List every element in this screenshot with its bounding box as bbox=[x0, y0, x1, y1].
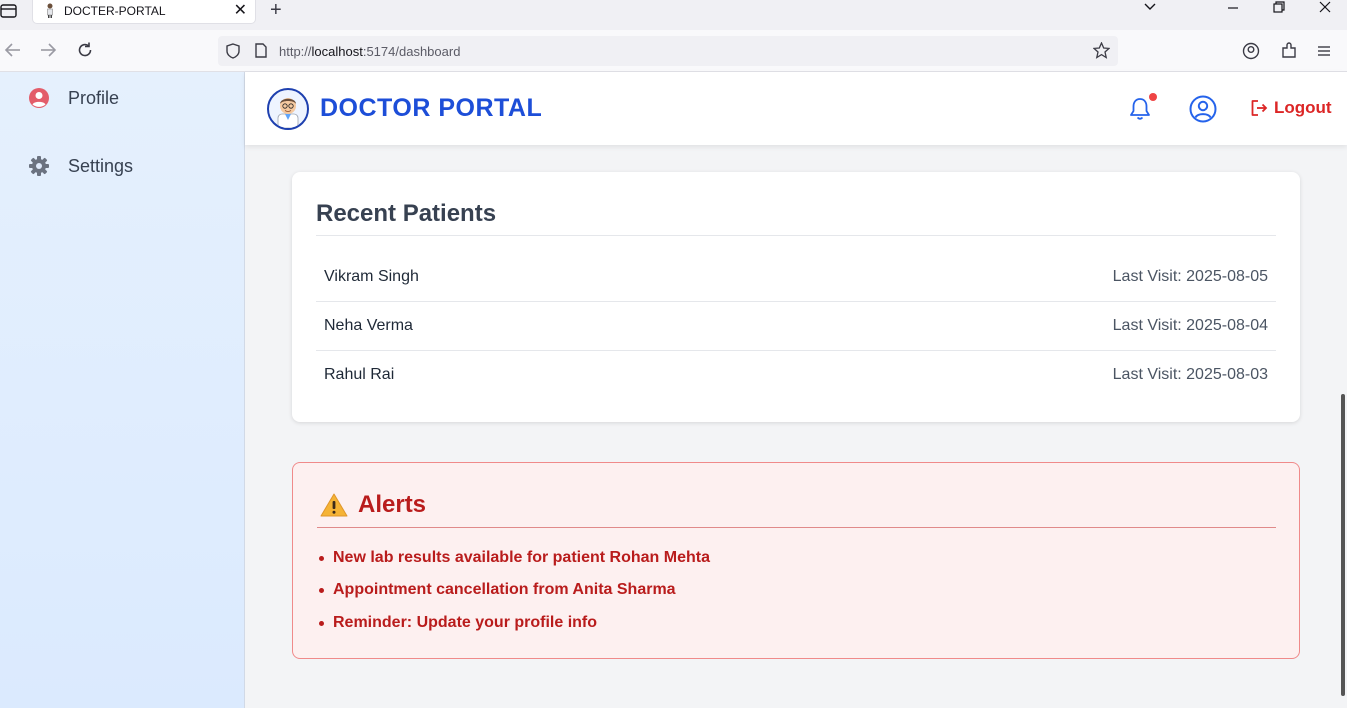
alert-text: Appointment cancellation from Anita Shar… bbox=[333, 581, 676, 598]
top-header: DOCTOR PORTAL Logout bbox=[245, 72, 1347, 145]
patient-name: Rahul Rai bbox=[324, 366, 395, 383]
patient-name: Neha Verma bbox=[324, 317, 413, 334]
browser-tab-bar: DOCTER-PORTAL ✕ + bbox=[0, 0, 1347, 30]
patient-row[interactable]: Rahul Rai Last Visit: 2025-08-03 bbox=[316, 351, 1276, 400]
alert-text: Reminder: Update your profile info bbox=[333, 614, 598, 631]
recent-patients-title: Recent Patients bbox=[316, 200, 497, 227]
new-tab-icon[interactable]: + bbox=[270, 0, 282, 20]
patient-last-visit: Last Visit: 2025-08-04 bbox=[1112, 317, 1268, 334]
page-info-icon[interactable] bbox=[255, 43, 267, 58]
bookmark-star-icon[interactable] bbox=[1093, 42, 1110, 59]
browser-nav-bar: http://localhost:5174/dashboard bbox=[0, 30, 1347, 72]
browser-tab-title: DOCTER-PORTAL bbox=[64, 4, 166, 18]
sidebar-toggle-icon[interactable] bbox=[0, 3, 18, 19]
shield-icon[interactable] bbox=[226, 43, 240, 59]
patient-name: Vikram Singh bbox=[324, 268, 419, 285]
patient-row[interactable]: Vikram Singh Last Visit: 2025-08-05 bbox=[316, 253, 1276, 302]
alert-text: New lab results available for patient Ro… bbox=[333, 549, 710, 566]
sidebar-item-label: Profile bbox=[68, 87, 120, 108]
minimize-icon[interactable] bbox=[1223, 0, 1243, 20]
app-viewport: Profile Settings DOCTOR PORTAL Logout Re… bbox=[0, 72, 1347, 708]
patient-last-visit: Last Visit: 2025-08-03 bbox=[1112, 366, 1268, 383]
alert-item[interactable]: New lab results available for patient Ro… bbox=[319, 549, 710, 567]
logout-button[interactable]: Logout bbox=[1250, 98, 1332, 118]
menu-icon[interactable] bbox=[1315, 42, 1333, 60]
alerts-header: Alerts bbox=[320, 491, 426, 519]
account-icon[interactable] bbox=[1242, 42, 1260, 60]
bullet-icon bbox=[319, 620, 324, 626]
alerts-title: Alerts bbox=[358, 491, 427, 518]
alerts-card: Alerts New lab results available for pat… bbox=[292, 462, 1300, 659]
restore-icon[interactable] bbox=[1269, 0, 1289, 20]
notification-badge bbox=[1149, 93, 1157, 101]
logout-label: Logout bbox=[1274, 98, 1332, 117]
alert-item[interactable]: Reminder: Update your profile info bbox=[319, 614, 597, 632]
sidebar: Profile Settings bbox=[0, 72, 245, 708]
tab-list-chevron-icon[interactable] bbox=[1140, 0, 1160, 20]
bell-icon[interactable] bbox=[1128, 96, 1152, 122]
close-tab-icon[interactable]: ✕ bbox=[234, 2, 247, 20]
bullet-icon bbox=[319, 587, 324, 593]
logout-icon bbox=[1251, 100, 1268, 116]
recent-patients-card: Recent Patients Vikram Singh Last Visit:… bbox=[292, 172, 1300, 422]
gear-icon bbox=[28, 155, 50, 177]
warning-icon bbox=[320, 493, 348, 517]
user-profile-icon[interactable] bbox=[1189, 95, 1217, 123]
reload-icon[interactable] bbox=[75, 40, 95, 60]
divider bbox=[316, 235, 1276, 236]
back-arrow-icon[interactable] bbox=[3, 40, 23, 60]
patient-last-visit: Last Visit: 2025-08-05 bbox=[1112, 268, 1268, 285]
browser-tab[interactable]: DOCTER-PORTAL ✕ bbox=[33, 0, 255, 23]
sidebar-item-profile[interactable]: Profile bbox=[28, 83, 119, 113]
bullet-icon bbox=[319, 555, 324, 561]
brand-title: DOCTOR PORTAL bbox=[320, 94, 543, 122]
sidebar-item-settings[interactable]: Settings bbox=[28, 151, 133, 181]
patient-row[interactable]: Neha Verma Last Visit: 2025-08-04 bbox=[316, 302, 1276, 351]
doctor-favicon-icon bbox=[47, 3, 53, 18]
address-bar[interactable]: http://localhost:5174/dashboard bbox=[218, 36, 1118, 66]
divider bbox=[317, 527, 1276, 528]
forward-arrow-icon[interactable] bbox=[38, 40, 58, 60]
alert-item[interactable]: Appointment cancellation from Anita Shar… bbox=[319, 581, 676, 599]
extensions-icon[interactable] bbox=[1280, 42, 1298, 60]
sidebar-item-label: Settings bbox=[68, 155, 134, 176]
scrollbar-thumb[interactable] bbox=[1341, 394, 1345, 696]
doctor-avatar-logo bbox=[267, 88, 309, 130]
close-window-icon[interactable] bbox=[1315, 0, 1335, 20]
url-text[interactable]: http://localhost:5174/dashboard bbox=[279, 44, 460, 59]
user-circle-icon bbox=[28, 87, 50, 109]
